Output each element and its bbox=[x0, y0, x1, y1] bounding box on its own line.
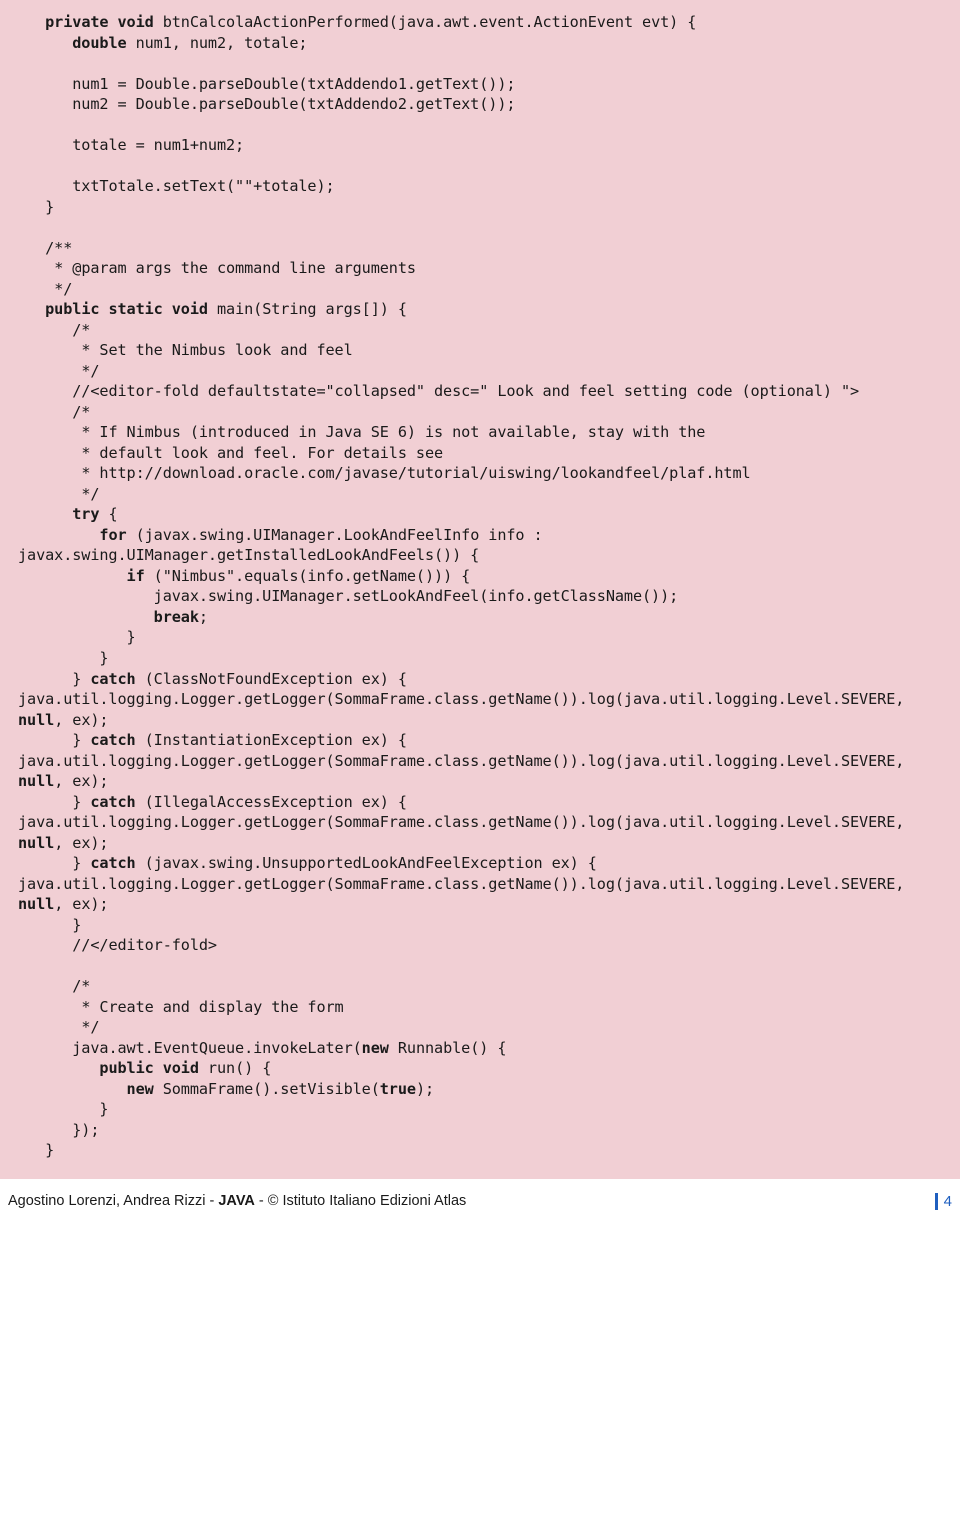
page-number: 4 bbox=[935, 1193, 952, 1210]
footer-authors: Agostino Lorenzi, Andrea Rizzi - bbox=[8, 1193, 218, 1209]
footer-lang: JAVA bbox=[218, 1193, 255, 1209]
footer-publisher: - © Istituto Italiano Edizioni Atlas bbox=[255, 1193, 466, 1209]
page-footer: Agostino Lorenzi, Andrea Rizzi - JAVA - … bbox=[0, 1179, 960, 1222]
footer-credits: Agostino Lorenzi, Andrea Rizzi - JAVA - … bbox=[8, 1193, 466, 1209]
code-block: private void btnCalcolaActionPerformed(j… bbox=[0, 0, 960, 1179]
code-content: private void btnCalcolaActionPerformed(j… bbox=[18, 12, 942, 1161]
